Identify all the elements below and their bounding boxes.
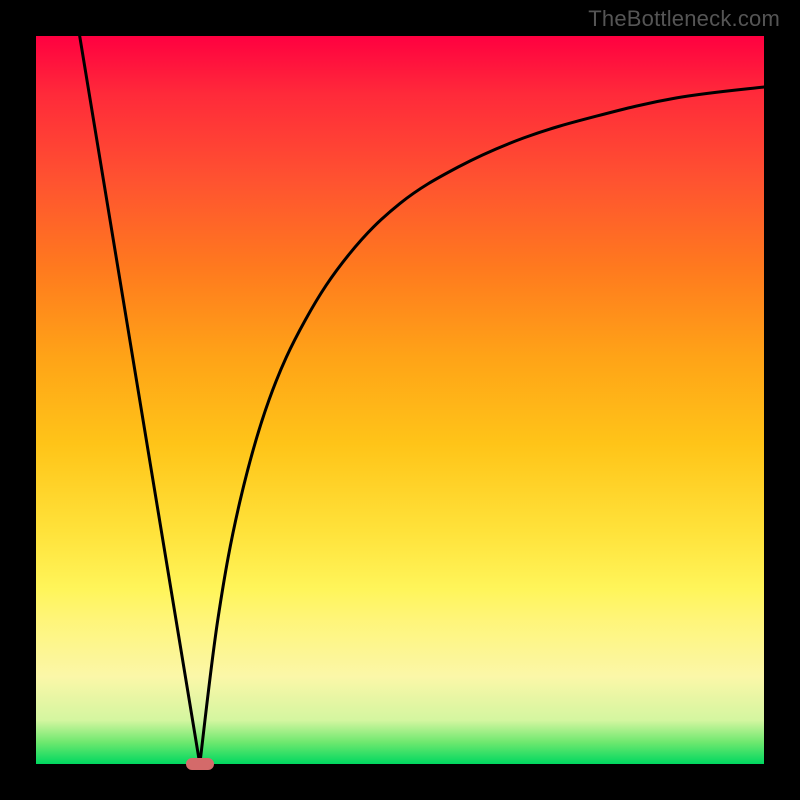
attribution-text: TheBottleneck.com (588, 6, 780, 32)
plot-area (36, 36, 764, 764)
chart-frame: TheBottleneck.com (0, 0, 800, 800)
curve-path (80, 36, 764, 764)
bottleneck-curve (36, 36, 764, 764)
optimum-marker (186, 758, 214, 770)
